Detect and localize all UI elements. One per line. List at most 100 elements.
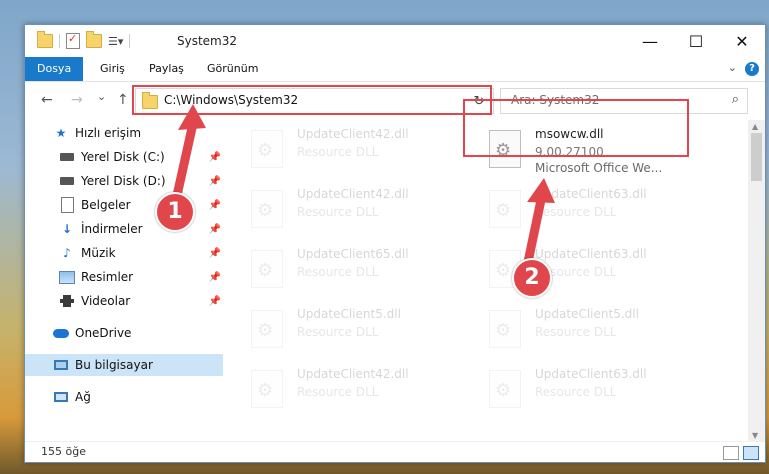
dll-file-icon — [251, 250, 283, 288]
sidebar-item-label: Resimler — [81, 270, 134, 284]
pin-icon[interactable]: 📌 — [209, 272, 221, 283]
file-item[interactable]: UpdateClient5.dll Resource DLL — [235, 302, 460, 354]
close-button[interactable]: ✕ — [719, 25, 765, 57]
scroll-down-icon[interactable]: ▼ — [752, 431, 758, 440]
file-name: UpdateClient63.dll — [535, 367, 647, 381]
details-view-icon[interactable] — [723, 446, 739, 460]
scrollbar-thumb[interactable] — [751, 133, 762, 181]
expand-ribbon-icon[interactable]: ⌄ — [728, 61, 737, 74]
folder-icon — [37, 31, 53, 48]
music-icon: ♪ — [63, 246, 71, 260]
drive-icon — [59, 149, 75, 165]
video-icon — [59, 293, 75, 309]
file-name: UpdateClient65.dll — [297, 247, 409, 261]
pin-icon[interactable]: 📌 — [209, 296, 221, 307]
file-item[interactable]: UpdateClient63.dll Resource DLL — [473, 242, 698, 294]
navigation-pane: ★ Hızlı erişim Yerel Disk (C:) 📌 Yerel D… — [25, 120, 225, 442]
search-icon[interactable]: ⌕ — [732, 92, 739, 107]
file-name: UpdateClient42.dll — [297, 127, 409, 141]
sidebar-item-downloads[interactable]: ↓ İndirmeler 📌 — [25, 218, 223, 240]
file-description: Microsoft Office We... — [535, 161, 663, 175]
download-icon: ↓ — [61, 222, 73, 236]
file-description: Resource DLL — [535, 205, 617, 219]
properties-icon[interactable] — [66, 32, 80, 49]
sidebar-item-music[interactable]: ♪ Müzik 📌 — [25, 242, 223, 264]
sidebar-item-label: Bu bilgisayar — [75, 358, 153, 372]
file-highlight-box — [463, 99, 689, 157]
picture-icon — [59, 269, 75, 285]
file-name: UpdateClient63.dll — [535, 247, 647, 261]
sidebar-item-disk-c[interactable]: Yerel Disk (C:) 📌 — [25, 146, 223, 168]
dll-file-icon — [251, 370, 283, 408]
file-description: Resource DLL — [535, 325, 617, 339]
new-folder-icon[interactable] — [86, 31, 102, 48]
dll-file-icon — [251, 310, 283, 348]
tab-share[interactable]: Paylaş — [149, 57, 184, 81]
dll-file-icon — [489, 190, 521, 228]
tab-file[interactable]: Dosya — [25, 57, 84, 81]
scroll-up-icon[interactable]: ▲ — [752, 122, 758, 131]
file-item[interactable]: UpdateClient63.dll Resource DLL — [473, 362, 698, 414]
status-bar: 155 öğe — [25, 441, 765, 462]
file-description: Resource DLL — [297, 385, 379, 399]
network-icon — [53, 389, 69, 405]
pin-icon[interactable]: 📌 — [209, 152, 221, 163]
ribbon-tabs: Dosya Giriş Paylaş Görünüm ⌄ ? — [25, 57, 765, 82]
help-button[interactable]: ? — [745, 62, 759, 76]
file-description: Resource DLL — [297, 205, 379, 219]
maximize-button[interactable]: ☐ — [673, 25, 719, 57]
back-button[interactable]: ← — [41, 92, 53, 108]
up-button[interactable]: ↑ — [117, 92, 129, 108]
recent-locations-button[interactable]: ⌄ — [97, 90, 106, 103]
dll-file-icon — [251, 130, 283, 168]
sidebar-item-onedrive[interactable]: OneDrive — [25, 322, 223, 344]
sidebar-item-label: Müzik — [81, 246, 116, 260]
file-item[interactable]: UpdateClient42.dll Resource DLL — [235, 122, 460, 174]
sidebar-item-videos[interactable]: Videolar 📌 — [25, 290, 223, 312]
sidebar-item-pictures[interactable]: Resimler 📌 — [25, 266, 223, 288]
file-description: Resource DLL — [297, 265, 379, 279]
tab-view[interactable]: Görünüm — [207, 57, 258, 81]
pin-icon[interactable]: 📌 — [209, 248, 221, 259]
quick-access-toolbar: ☰▾ — [37, 31, 131, 49]
vertical-scrollbar[interactable]: ▲ ▼ — [748, 120, 765, 442]
sidebar-item-label: Yerel Disk (C:) — [81, 150, 165, 164]
document-icon — [59, 197, 75, 213]
tab-home[interactable]: Giriş — [100, 57, 125, 81]
large-icons-view-icon[interactable] — [743, 446, 759, 460]
file-item[interactable]: UpdateClient5.dll Resource DLL — [473, 302, 698, 354]
minimize-button[interactable]: — — [627, 25, 673, 57]
file-item[interactable]: UpdateClient42.dll Resource DLL — [235, 362, 460, 414]
sidebar-item-label: Ağ — [75, 390, 91, 404]
sidebar-item-disk-d[interactable]: Yerel Disk (D:) 📌 — [25, 170, 223, 192]
sidebar-item-label: Videolar — [81, 294, 131, 308]
sidebar-item-label: İndirmeler — [81, 222, 143, 236]
dll-file-icon — [251, 190, 283, 228]
step-badge-2: 2 — [512, 258, 552, 298]
sidebar-item-quick-access[interactable]: ★ Hızlı erişim — [25, 122, 223, 144]
file-item[interactable]: UpdateClient65.dll Resource DLL — [235, 242, 460, 294]
file-item[interactable]: UpdateClient42.dll Resource DLL — [235, 182, 460, 234]
file-name: UpdateClient5.dll — [297, 307, 401, 321]
customize-toolbar-icon[interactable]: ☰▾ — [108, 35, 123, 48]
cloud-icon — [53, 325, 69, 341]
title-bar: ☰▾ System32 — ☐ ✕ — [25, 25, 765, 57]
forward-button[interactable]: → — [71, 92, 83, 108]
explorer-window: ☰▾ System32 — ☐ ✕ Dosya Giriş Paylaş Gör… — [24, 24, 766, 463]
file-item[interactable]: UpdateClient63.dll Resource DLL — [473, 182, 698, 234]
item-count: 155 öğe — [41, 445, 86, 458]
pin-icon[interactable]: 📌 — [209, 224, 221, 235]
sidebar-item-label: Yerel Disk (D:) — [81, 174, 166, 188]
dll-file-icon — [489, 370, 521, 408]
star-icon: ★ — [55, 126, 67, 140]
computer-icon — [53, 357, 69, 373]
window-title: System32 — [177, 34, 238, 48]
dll-file-icon — [489, 310, 521, 348]
file-description: Resource DLL — [297, 325, 379, 339]
pin-icon[interactable]: 📌 — [209, 176, 221, 187]
sidebar-item-this-pc[interactable]: Bu bilgisayar — [25, 354, 223, 376]
sidebar-item-network[interactable]: Ağ — [25, 386, 223, 408]
sidebar-item-label: OneDrive — [75, 326, 132, 340]
step-badge-1: 1 — [155, 192, 195, 232]
pin-icon[interactable]: 📌 — [209, 200, 221, 211]
